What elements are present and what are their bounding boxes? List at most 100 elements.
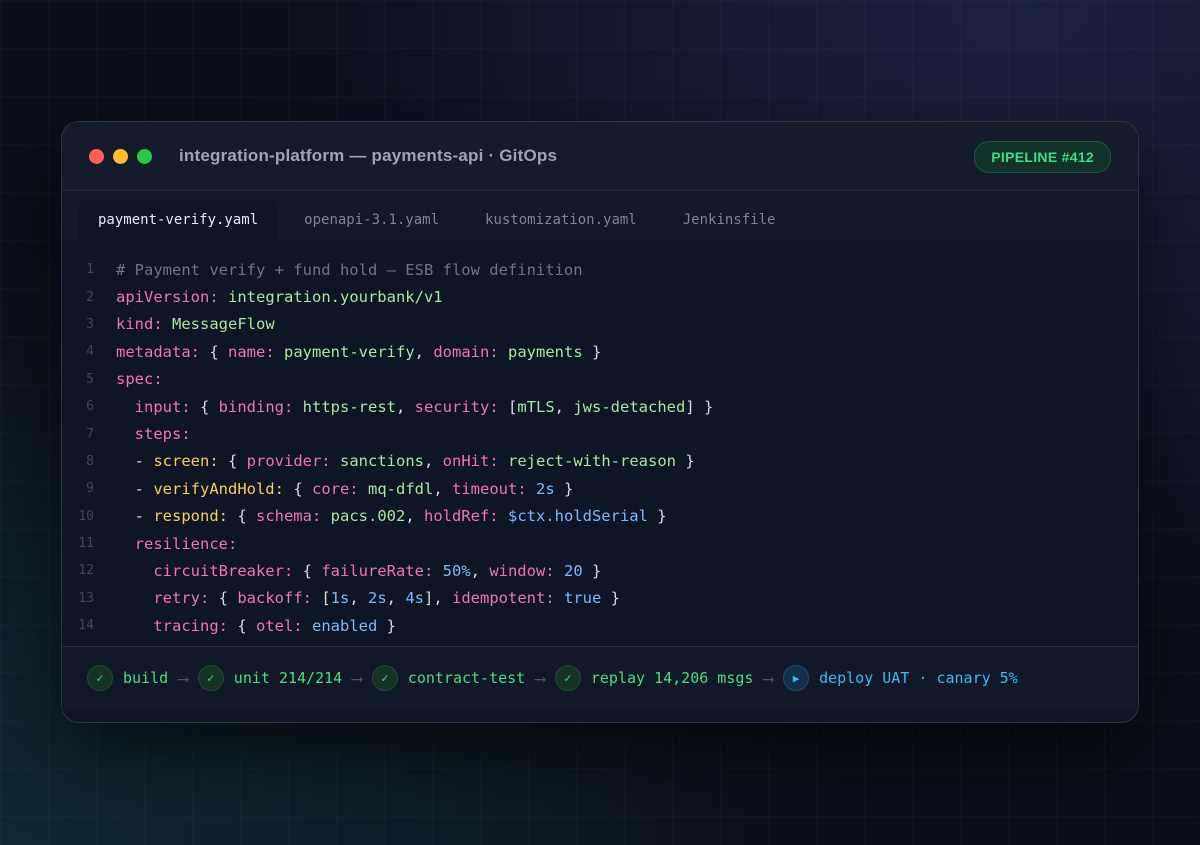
code-text: metadata: { name: payment-verify, domain…: [116, 343, 601, 361]
line-number: 13: [78, 590, 94, 606]
code-token-punc: [499, 343, 508, 361]
arrow-right-icon: ⟶: [535, 668, 545, 688]
code-token-num: 50%: [442, 561, 471, 580]
code-token-punc: {: [190, 397, 219, 416]
code-token-val: MessageFlow: [172, 315, 275, 334]
title-bar: integration-platform — payments-api · Gi…: [62, 122, 1138, 191]
code-token-key: circuitBreaker:: [153, 561, 294, 580]
code-token-key: resilience:: [134, 534, 238, 553]
code-token-key: provider:: [246, 452, 331, 471]
tab-payment-verify[interactable]: payment-verify.yaml: [78, 199, 279, 241]
code-token-punc: [: [498, 397, 518, 416]
code-line: 9 - verifyAndHold: { core: mq-dfdl, time…: [62, 475, 1138, 502]
code-token-punc: [321, 507, 330, 525]
stage-label: deploy UAT · canary 5%: [819, 669, 1018, 687]
code-token-punc: [303, 617, 312, 635]
code-token-punc: }: [377, 616, 396, 635]
code-token-num: 1s: [330, 589, 350, 608]
code-token-punc: [499, 452, 508, 470]
code-token-key: core:: [311, 479, 359, 498]
code-token-punc: }: [554, 479, 574, 498]
line-number: 9: [86, 481, 94, 497]
code-token-val: sanctions: [340, 452, 424, 471]
code-text: tracing: { otel: enabled }: [116, 617, 396, 635]
code-token-val: integration.yourbank/v1: [228, 288, 443, 307]
check-icon: ✓: [197, 665, 224, 691]
code-token-step: verifyAndHold:: [153, 479, 284, 498]
code-editor[interactable]: 1 # Payment verify + fund hold — ESB flow…: [62, 241, 1138, 647]
code-token-punc: [116, 617, 153, 635]
code-token-punc: [555, 562, 564, 580]
code-token-key: kind:: [116, 315, 163, 334]
code-token-punc: -: [116, 479, 154, 498]
code-line: 13 retry: { backoff: [1s, 2s, 4s], idemp…: [62, 585, 1138, 612]
window-controls: [89, 148, 152, 164]
pipeline-stage[interactable]: ✓ unit 214/214: [197, 665, 343, 691]
check-icon: ✓: [87, 665, 113, 691]
code-token-punc: [359, 480, 368, 498]
code-token-punc: }: [676, 452, 695, 471]
code-token-punc: [116, 398, 135, 416]
code-line: 2 apiVersion: integration.yourbank/v1: [62, 283, 1138, 310]
pipeline-status-bar: ✓ build ⟶ ✓ unit 214/214 ⟶ ✓ contract-test ⟶ ✓ rep…: [62, 647, 1138, 709]
code-token-var: $ctx.holdSerial: [507, 507, 648, 526]
code-token-val: mTLS: [517, 397, 555, 416]
tab-jenkinsfile[interactable]: Jenkinsfile: [663, 199, 796, 241]
play-icon: ▶: [783, 665, 810, 691]
code-token-key: retry:: [153, 589, 210, 608]
code-token-val: pacs.002: [330, 507, 406, 526]
check-icon: ✓: [554, 665, 581, 691]
code-token-punc: ,: [386, 589, 406, 608]
code-token-punc: ] }: [685, 397, 714, 416]
code-text: input: { binding: https-rest, security: …: [116, 397, 714, 416]
stage-label: unit 214/214: [233, 669, 343, 687]
stage-label: build: [123, 669, 169, 687]
line-number: 1: [86, 262, 94, 278]
code-token-punc: [116, 562, 153, 580]
code-token-punc: [527, 480, 536, 498]
pipeline-stage[interactable]: ✓ build: [87, 665, 168, 691]
code-text: # Payment verify + fund hold — ESB flow …: [116, 261, 583, 279]
pipeline-badge[interactable]: PIPELINE #412: [974, 141, 1111, 173]
code-token-key: backoff:: [237, 589, 312, 608]
code-token-key: name:: [228, 342, 275, 361]
line-number: 5: [86, 371, 94, 387]
code-token-key: metadata:: [116, 342, 200, 361]
code-token-punc: [219, 288, 228, 306]
line-number: 4: [86, 344, 94, 360]
code-token-key: apiVersion:: [116, 288, 219, 307]
pipeline-stage[interactable]: ▶ deploy UAT · canary 5%: [783, 665, 1018, 691]
editor-window: integration-platform — payments-api · Gi…: [61, 121, 1139, 723]
code-token-punc: [433, 562, 442, 580]
code-token-punc: {: [218, 452, 247, 471]
code-token-num: 4s: [405, 589, 425, 608]
pipeline-stage[interactable]: ✓ replay 14,206 msgs: [554, 665, 753, 691]
code-token-key: idempotent:: [452, 589, 555, 608]
code-token-num: 2s: [536, 479, 555, 498]
tab-openapi[interactable]: openapi-3.1.yaml: [284, 199, 459, 241]
code-token-punc: }: [582, 342, 602, 361]
code-token-key: schema:: [255, 507, 322, 526]
line-number: 7: [86, 426, 94, 442]
code-text: apiVersion: integration.yourbank/v1: [116, 288, 443, 306]
code-text: resilience:: [116, 534, 238, 553]
minimize-window-button[interactable]: [113, 148, 128, 164]
line-number: 8: [86, 453, 94, 469]
code-token-punc: [275, 343, 284, 361]
window-title: integration-platform — payments-api · Gi…: [179, 146, 558, 165]
tab-kustomization[interactable]: kustomization.yaml: [465, 199, 657, 241]
code-token-val: jws-detached: [573, 397, 686, 416]
code-token-val: mq-dfdl: [368, 479, 434, 498]
code-token-punc: ,: [470, 561, 490, 580]
pipeline-stage[interactable]: ✓ contract-test: [371, 665, 525, 691]
code-text: retry: { backoff: [1s, 2s, 4s], idempote…: [116, 589, 620, 607]
check-icon: ✓: [371, 665, 398, 691]
code-token-punc: {: [283, 479, 312, 498]
code-line: 10 - respond: { schema: pacs.002, holdRe…: [62, 503, 1138, 530]
code-token-num: 20: [563, 561, 583, 580]
code-token-step: respond:: [153, 507, 228, 526]
close-window-button[interactable]: [89, 148, 104, 164]
maximize-window-button[interactable]: [137, 148, 152, 164]
line-number: 3: [86, 316, 94, 332]
code-token-key: failureRate:: [321, 561, 434, 580]
